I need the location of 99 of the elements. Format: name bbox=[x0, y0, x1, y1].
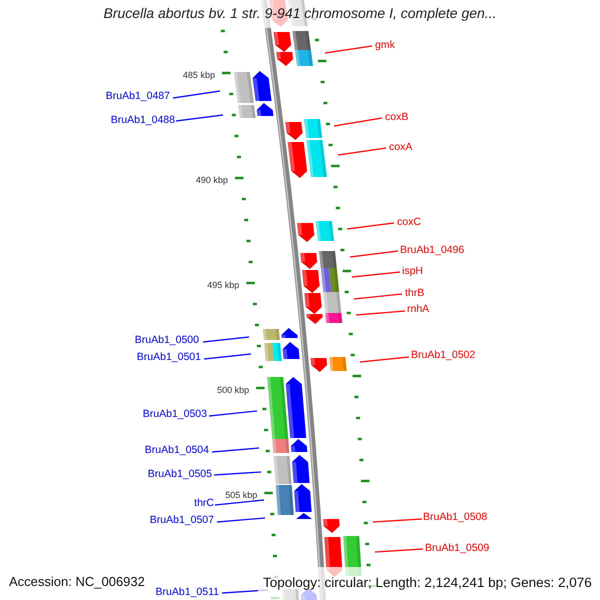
tick-mark bbox=[246, 282, 255, 284]
gene-label: BruAb1_0500 bbox=[134, 334, 199, 346]
tick-mark bbox=[366, 564, 370, 566]
gene-label: thrB bbox=[405, 287, 424, 299]
leader-line bbox=[334, 117, 382, 127]
leader-line bbox=[172, 90, 220, 99]
tick-mark bbox=[340, 248, 344, 252]
scale-label: 490 kbp bbox=[196, 175, 228, 185]
tick-mark bbox=[264, 492, 273, 494]
tick-mark bbox=[318, 60, 326, 62]
leader-line bbox=[346, 222, 394, 230]
gene-label: BruAb1_0505 bbox=[148, 468, 212, 480]
scale-label: 500 kbp bbox=[217, 385, 250, 395]
leader-line bbox=[216, 517, 266, 523]
tick-mark bbox=[333, 186, 338, 188]
tick-mark bbox=[354, 396, 358, 398]
tick-mark bbox=[222, 72, 230, 74]
tick-mark bbox=[224, 50, 228, 54]
leader-line bbox=[214, 471, 262, 476]
leader-line bbox=[374, 548, 424, 553]
tick-mark bbox=[272, 554, 277, 558]
gene-label: coxC bbox=[397, 216, 421, 228]
tick-mark bbox=[350, 354, 355, 356]
gene-label: coxA bbox=[389, 141, 412, 153]
tick-mark bbox=[244, 218, 248, 222]
tick-mark bbox=[266, 450, 270, 452]
tick-mark bbox=[331, 164, 340, 168]
gene-label: gmk bbox=[375, 39, 395, 51]
tick-mark bbox=[252, 302, 257, 306]
gene-label: BruAb1_0507 bbox=[150, 514, 214, 526]
tick-mark bbox=[267, 470, 272, 474]
tick-mark bbox=[352, 374, 362, 378]
tick-mark bbox=[320, 80, 325, 84]
tick-mark bbox=[344, 290, 349, 294]
tick-mark bbox=[338, 228, 342, 230]
tick-mark bbox=[232, 114, 236, 116]
tick-mark bbox=[248, 260, 253, 264]
leader-line bbox=[338, 147, 386, 156]
tick-mark bbox=[229, 92, 234, 96]
tick-mark bbox=[348, 332, 353, 336]
gene-label: BruAb1_0496 bbox=[400, 244, 464, 256]
gene-label: BruAb1_0511 bbox=[156, 586, 219, 598]
tick-mark bbox=[346, 312, 351, 314]
tick-mark bbox=[359, 458, 364, 462]
tick-mark bbox=[272, 534, 276, 536]
tick-mark bbox=[234, 176, 244, 180]
gene-label: BruAb1_0503 bbox=[142, 408, 207, 420]
tick-mark bbox=[258, 366, 263, 368]
tick-mark bbox=[264, 428, 268, 432]
tick-mark bbox=[323, 102, 328, 104]
scale-label: 505 kbp bbox=[225, 490, 258, 500]
tick-mark bbox=[220, 30, 225, 32]
tick-mark bbox=[362, 500, 366, 504]
accession-text: Accession: NC_006932 bbox=[9, 574, 145, 590]
tick-mark bbox=[336, 206, 340, 210]
gene-label: ispH bbox=[402, 265, 424, 277]
leader-line bbox=[356, 310, 406, 316]
gene-label: BruAb1_0487 bbox=[106, 90, 170, 102]
tick-mark bbox=[356, 416, 360, 420]
leader-line bbox=[372, 518, 422, 523]
tick-mark bbox=[256, 344, 261, 348]
leader-line bbox=[176, 114, 224, 122]
scale-label: 495 kbp bbox=[207, 280, 240, 290]
tick-mark bbox=[234, 134, 238, 138]
tick-mark bbox=[270, 512, 274, 516]
tick-mark bbox=[365, 542, 370, 546]
tick-mark bbox=[358, 438, 362, 440]
leader-line bbox=[208, 410, 258, 417]
tick-mark bbox=[236, 156, 241, 158]
tick-mark bbox=[262, 408, 266, 410]
tick-mark bbox=[326, 122, 330, 126]
tick-mark bbox=[242, 198, 246, 200]
leader-line bbox=[350, 250, 398, 258]
leader-line bbox=[360, 356, 410, 363]
tick-mark bbox=[364, 522, 368, 524]
leader-line bbox=[214, 499, 264, 506]
gene-label: BruAb1_0502 bbox=[411, 349, 476, 361]
gene-label: BruAb1_0509 bbox=[425, 542, 490, 554]
tick-mark bbox=[315, 38, 320, 42]
tick-mark bbox=[328, 144, 333, 146]
gene-label: BruAb1_0504 bbox=[144, 444, 209, 456]
gene-label: BruAb1_0488 bbox=[110, 114, 175, 126]
gene-label: coxB bbox=[385, 111, 408, 123]
tick-mark bbox=[254, 324, 259, 326]
leader-line bbox=[324, 45, 372, 54]
leader-line bbox=[354, 293, 402, 300]
tick-mark bbox=[360, 480, 370, 482]
gene-label: BruAb1_0508 bbox=[423, 511, 488, 523]
tick-mark bbox=[256, 386, 265, 390]
tick-mark bbox=[342, 270, 352, 272]
leader-line bbox=[212, 447, 260, 453]
gene-label: BruAb1_0501 bbox=[136, 351, 201, 363]
tick-mark bbox=[246, 240, 250, 242]
leader-line bbox=[202, 336, 250, 343]
gene-label: thrC bbox=[194, 497, 214, 509]
gene-label: rnhA bbox=[407, 303, 430, 315]
leader-line bbox=[204, 353, 252, 360]
scale-label: 485 kbp bbox=[182, 70, 215, 80]
leader-line bbox=[352, 271, 400, 278]
